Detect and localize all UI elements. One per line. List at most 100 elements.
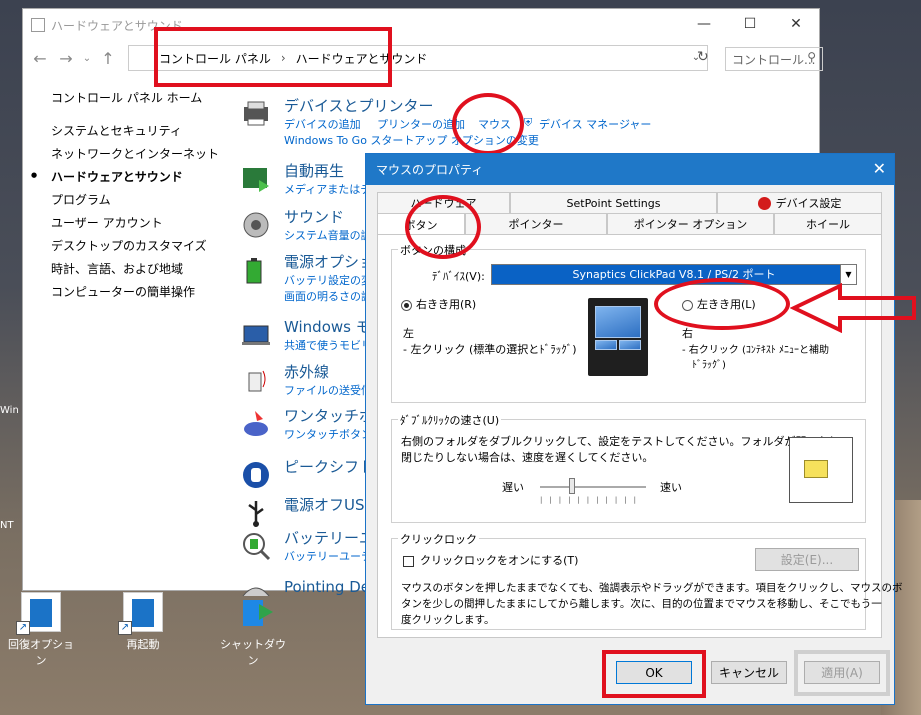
mobility-title[interactable]: Windows モ bbox=[284, 316, 371, 337]
tab-pointer-options[interactable]: ポインター オプション bbox=[607, 213, 774, 234]
tab-setpoint-settings[interactable]: SetPoint Settings bbox=[510, 192, 717, 213]
usb-icon bbox=[241, 498, 271, 528]
checkbox-unchecked-icon bbox=[403, 555, 414, 567]
recent-chevron-icon[interactable]: ⌄ bbox=[79, 53, 95, 64]
usb-power-title[interactable]: 電源オフUSB bbox=[284, 494, 375, 515]
shield-icon: ⛨ bbox=[524, 116, 533, 129]
close-button[interactable]: ✕ bbox=[773, 9, 819, 39]
control-panel-icon bbox=[31, 18, 45, 32]
forward-arrow-icon[interactable]: → bbox=[53, 49, 79, 68]
speed-slider-track[interactable] bbox=[540, 486, 646, 488]
desktop-icon-label: 再起動 bbox=[126, 638, 160, 651]
desktop-icon-label-stub: NT bbox=[0, 520, 14, 531]
infrared-sub-link[interactable]: ファイルの送受信 bbox=[284, 382, 372, 398]
annotation-ellipse-mouse bbox=[452, 93, 524, 155]
autoplay-icon bbox=[241, 164, 271, 194]
search-icon: ⚲ bbox=[807, 50, 816, 64]
autoplay-title[interactable]: 自動再生 bbox=[284, 160, 344, 181]
maximize-button[interactable]: ☐ bbox=[727, 9, 773, 39]
one-touch-icon bbox=[241, 409, 271, 439]
device-manager-link[interactable]: デバイス マネージャー bbox=[539, 116, 651, 132]
mouse-properties-dialog: マウスのプロパティ ✕ ハードウェア SetPoint Settings デバイ… bbox=[365, 153, 902, 705]
click-lock-settings-button[interactable]: 設定(E)... bbox=[755, 548, 859, 571]
tab-wheel[interactable]: ホイール bbox=[774, 213, 882, 234]
speed-slider-thumb[interactable] bbox=[568, 478, 575, 494]
speed-slider-ticks: ||||||||||| bbox=[540, 496, 643, 504]
refresh-icon[interactable]: ↻ bbox=[697, 49, 709, 65]
tab-device-settings[interactable]: デバイス設定 bbox=[717, 192, 882, 213]
right-button-desc-line1: - 右クリック (ｺﾝﾃｷｽﾄ ﾒﾆｭｰと補助 bbox=[682, 345, 830, 356]
desktop-icon-label: シャットダウン bbox=[220, 638, 286, 667]
up-arrow-icon[interactable]: ↑ bbox=[95, 49, 121, 68]
sidebar-item-ease-of-access[interactable]: コンピューターの簡単操作 bbox=[51, 283, 219, 306]
sidebar-home-link[interactable]: コントロール パネル ホーム bbox=[51, 89, 219, 112]
radio-on-icon bbox=[401, 299, 412, 311]
annotation-arrow-icon bbox=[790, 283, 916, 333]
annotation-ellipse-left-handed bbox=[654, 278, 790, 330]
annotation-ellipse-buttons-tab bbox=[405, 195, 481, 259]
annotation-box-ok bbox=[602, 650, 706, 698]
add-device-link[interactable]: デバイスの追加 bbox=[284, 116, 361, 132]
sidebar-item-programs[interactable]: プログラム bbox=[51, 191, 219, 214]
speed-slow-label: 遅い bbox=[502, 481, 524, 494]
device-select[interactable]: Synaptics ClickPad V8.1 / PS/2 ポート ▼ bbox=[491, 264, 857, 285]
back-arrow-icon[interactable]: ← bbox=[27, 49, 53, 68]
tab-device-settings-label: デバイス設定 bbox=[775, 197, 842, 210]
mobility-icon bbox=[241, 320, 271, 350]
click-lock-legend: クリックロック bbox=[398, 531, 479, 547]
shortcut-icon: ↗ bbox=[118, 592, 163, 635]
desktop-icon-recovery[interactable]: ↗ 回復オプション bbox=[6, 592, 76, 668]
test-folder-box[interactable] bbox=[789, 437, 853, 503]
sidebar-item-user-accounts[interactable]: ユーザー アカウント bbox=[51, 214, 219, 237]
desktop-icon-label-stub: Win bbox=[0, 405, 19, 416]
sound-sub-link[interactable]: システム音量の調 bbox=[284, 227, 372, 243]
chevron-down-icon: ▼ bbox=[840, 265, 856, 284]
click-lock-desc-line3: 度クリックします。 bbox=[401, 614, 495, 626]
click-lock-desc-line2: タンを少しの間押したままにしてから離します。次に、目的の位置までマウスを移動し、… bbox=[401, 598, 882, 610]
double-click-group: ﾀﾞﾌﾞﾙｸﾘｯｸの速さ(U) 右側のフォルダをダブルクリックして、設定をテスト… bbox=[391, 412, 866, 523]
search-input[interactable]: コントロール... ⚲ bbox=[725, 47, 823, 71]
annotation-box-apply bbox=[794, 650, 890, 696]
mobility-sub-link[interactable]: 共通で使うモビリ bbox=[284, 337, 372, 353]
search-placeholder: コントロール... bbox=[732, 53, 816, 67]
infrared-title[interactable]: 赤外線 bbox=[284, 361, 329, 382]
right-handed-label: 右きき用(R) bbox=[416, 298, 477, 311]
sound-title[interactable]: サウンド bbox=[284, 206, 344, 227]
desktop-icon-restart[interactable]: ↗ 再起動 bbox=[108, 592, 178, 652]
device-label: ﾃﾞﾊﾞｲｽ(V): bbox=[432, 270, 485, 283]
sidebar-item-hardware-sound[interactable]: ハードウェアとサウンド bbox=[51, 168, 219, 191]
printer-icon bbox=[241, 99, 271, 129]
double-click-legend: ﾀﾞﾌﾞﾙｸﾘｯｸの速さ(U) bbox=[398, 412, 502, 428]
left-button-desc: - 左クリック (標準の選択とﾄﾞﾗｯｸﾞ) bbox=[403, 343, 577, 356]
tab-pointer[interactable]: ポインター bbox=[465, 213, 607, 234]
dialog-title: マウスのプロパティ bbox=[376, 163, 484, 177]
sidebar-item-clock-region[interactable]: 時計、言語、および地域 bbox=[51, 260, 219, 283]
folder-icon bbox=[804, 460, 828, 478]
right-handed-radio[interactable]: 右きき用(R) bbox=[401, 296, 476, 312]
sidebar-item-desktop-customization[interactable]: デスクトップのカスタマイズ bbox=[51, 237, 219, 260]
synaptics-logo-icon bbox=[757, 196, 771, 210]
click-lock-checkbox[interactable]: クリックロックをオンにする(T) bbox=[403, 552, 578, 568]
speed-fast-label: 速い bbox=[660, 481, 682, 494]
power-sub2-link[interactable]: 画面の明るさの調 bbox=[284, 288, 372, 304]
sidebar-item-network[interactable]: ネットワークとインターネット bbox=[51, 145, 219, 168]
annotation-box-address bbox=[154, 27, 392, 87]
cancel-button[interactable]: キャンセル bbox=[711, 661, 787, 684]
shortcut-icon: ↗ bbox=[16, 592, 61, 635]
pointing-device-title[interactable]: Pointing De bbox=[284, 578, 370, 596]
dialog-close-button[interactable]: ✕ bbox=[873, 159, 886, 178]
peak-shift-icon bbox=[241, 460, 271, 490]
speaker-icon bbox=[241, 210, 271, 240]
pointing-device-icon bbox=[241, 582, 271, 612]
minimize-button[interactable]: — bbox=[681, 9, 727, 39]
desktop-icon-label: 回復オプション bbox=[8, 638, 74, 667]
battery-utility-icon bbox=[241, 531, 271, 561]
touchpad-image bbox=[588, 298, 648, 376]
double-click-desc-line1: 右側のフォルダをダブルクリックして、設定をテストしてください。フォルダが開いたり bbox=[401, 435, 840, 448]
click-lock-desc-line1: マウスのボタンを押したままでなくても、強調表示やドラッグができます。項目をクリッ… bbox=[401, 582, 903, 594]
double-click-desc-line2: 閉じたりしない場合は、速度を遅くしてください。 bbox=[401, 451, 654, 464]
devices-printers-title[interactable]: デバイスとプリンター bbox=[284, 95, 434, 116]
battery-icon bbox=[241, 255, 271, 285]
sidebar: コントロール パネル ホーム システムとセキュリティ ネットワークとインターネッ… bbox=[51, 89, 219, 306]
sidebar-item-system-security[interactable]: システムとセキュリティ bbox=[51, 122, 219, 145]
